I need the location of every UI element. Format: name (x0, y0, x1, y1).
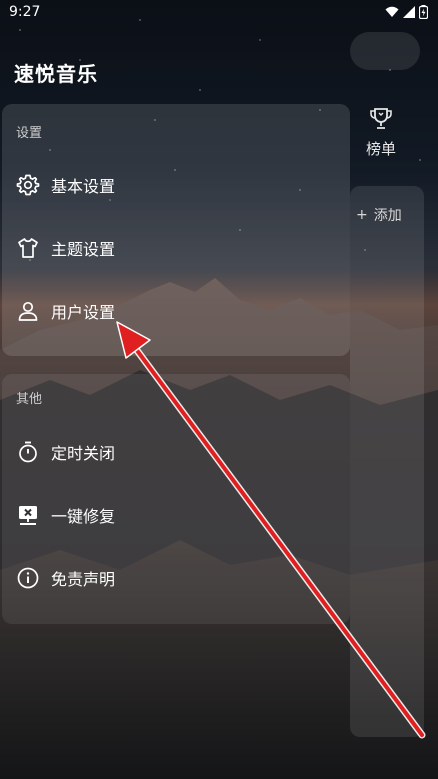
menu-item-sleep-timer[interactable]: 定时关闭 (2, 427, 350, 477)
settings-section-header: 设置 (16, 126, 43, 141)
system-icons (385, 5, 428, 19)
menu-item-one-click-repair[interactable]: 一键修复 (2, 490, 350, 540)
menu-item-label: 主题设置 (51, 240, 116, 259)
status-bar: 9:27 (0, 0, 438, 26)
menu-item-label: 一键修复 (51, 507, 116, 526)
other-section: 其他 定时关闭 一键修复 免责声明 (2, 374, 350, 624)
playlist-panel (350, 186, 424, 737)
menu-item-theme-settings[interactable]: 主题设置 (2, 223, 350, 273)
plus-icon: + (356, 207, 368, 223)
signal-icon (403, 6, 415, 18)
menu-item-basic-settings[interactable]: 基本设置 (2, 160, 350, 210)
info-icon (15, 565, 41, 591)
timer-icon (15, 439, 41, 465)
navigation-drawer: 速悦音乐 设置 基本设置 主题设置 用户设置 其他 定时关闭 一键修复 免责声明 (0, 26, 350, 779)
menu-item-label: 基本设置 (51, 177, 116, 196)
search-bar[interactable] (350, 32, 420, 70)
menu-item-label: 定时关闭 (51, 444, 116, 463)
app-title: 速悦音乐 (14, 62, 98, 86)
other-section-header: 其他 (16, 392, 43, 407)
repair-icon (15, 502, 41, 528)
trophy-icon (370, 108, 392, 129)
menu-item-label: 用户设置 (51, 303, 116, 322)
menu-item-user-settings[interactable]: 用户设置 (2, 286, 350, 336)
user-icon (15, 298, 41, 324)
wifi-icon (385, 6, 399, 17)
add-button[interactable]: + 添加 (356, 205, 402, 225)
gear-icon (15, 172, 41, 198)
settings-section: 设置 基本设置 主题设置 用户设置 (2, 104, 350, 356)
add-label: 添加 (373, 208, 402, 224)
tab-charts[interactable]: 榜单 (352, 106, 410, 159)
menu-item-label: 免责声明 (51, 570, 116, 589)
tab-charts-label: 榜单 (365, 140, 396, 158)
tshirt-icon (15, 235, 41, 261)
menu-item-disclaimer[interactable]: 免责声明 (2, 553, 350, 603)
status-time: 9:27 (9, 4, 41, 20)
battery-icon (419, 5, 428, 19)
